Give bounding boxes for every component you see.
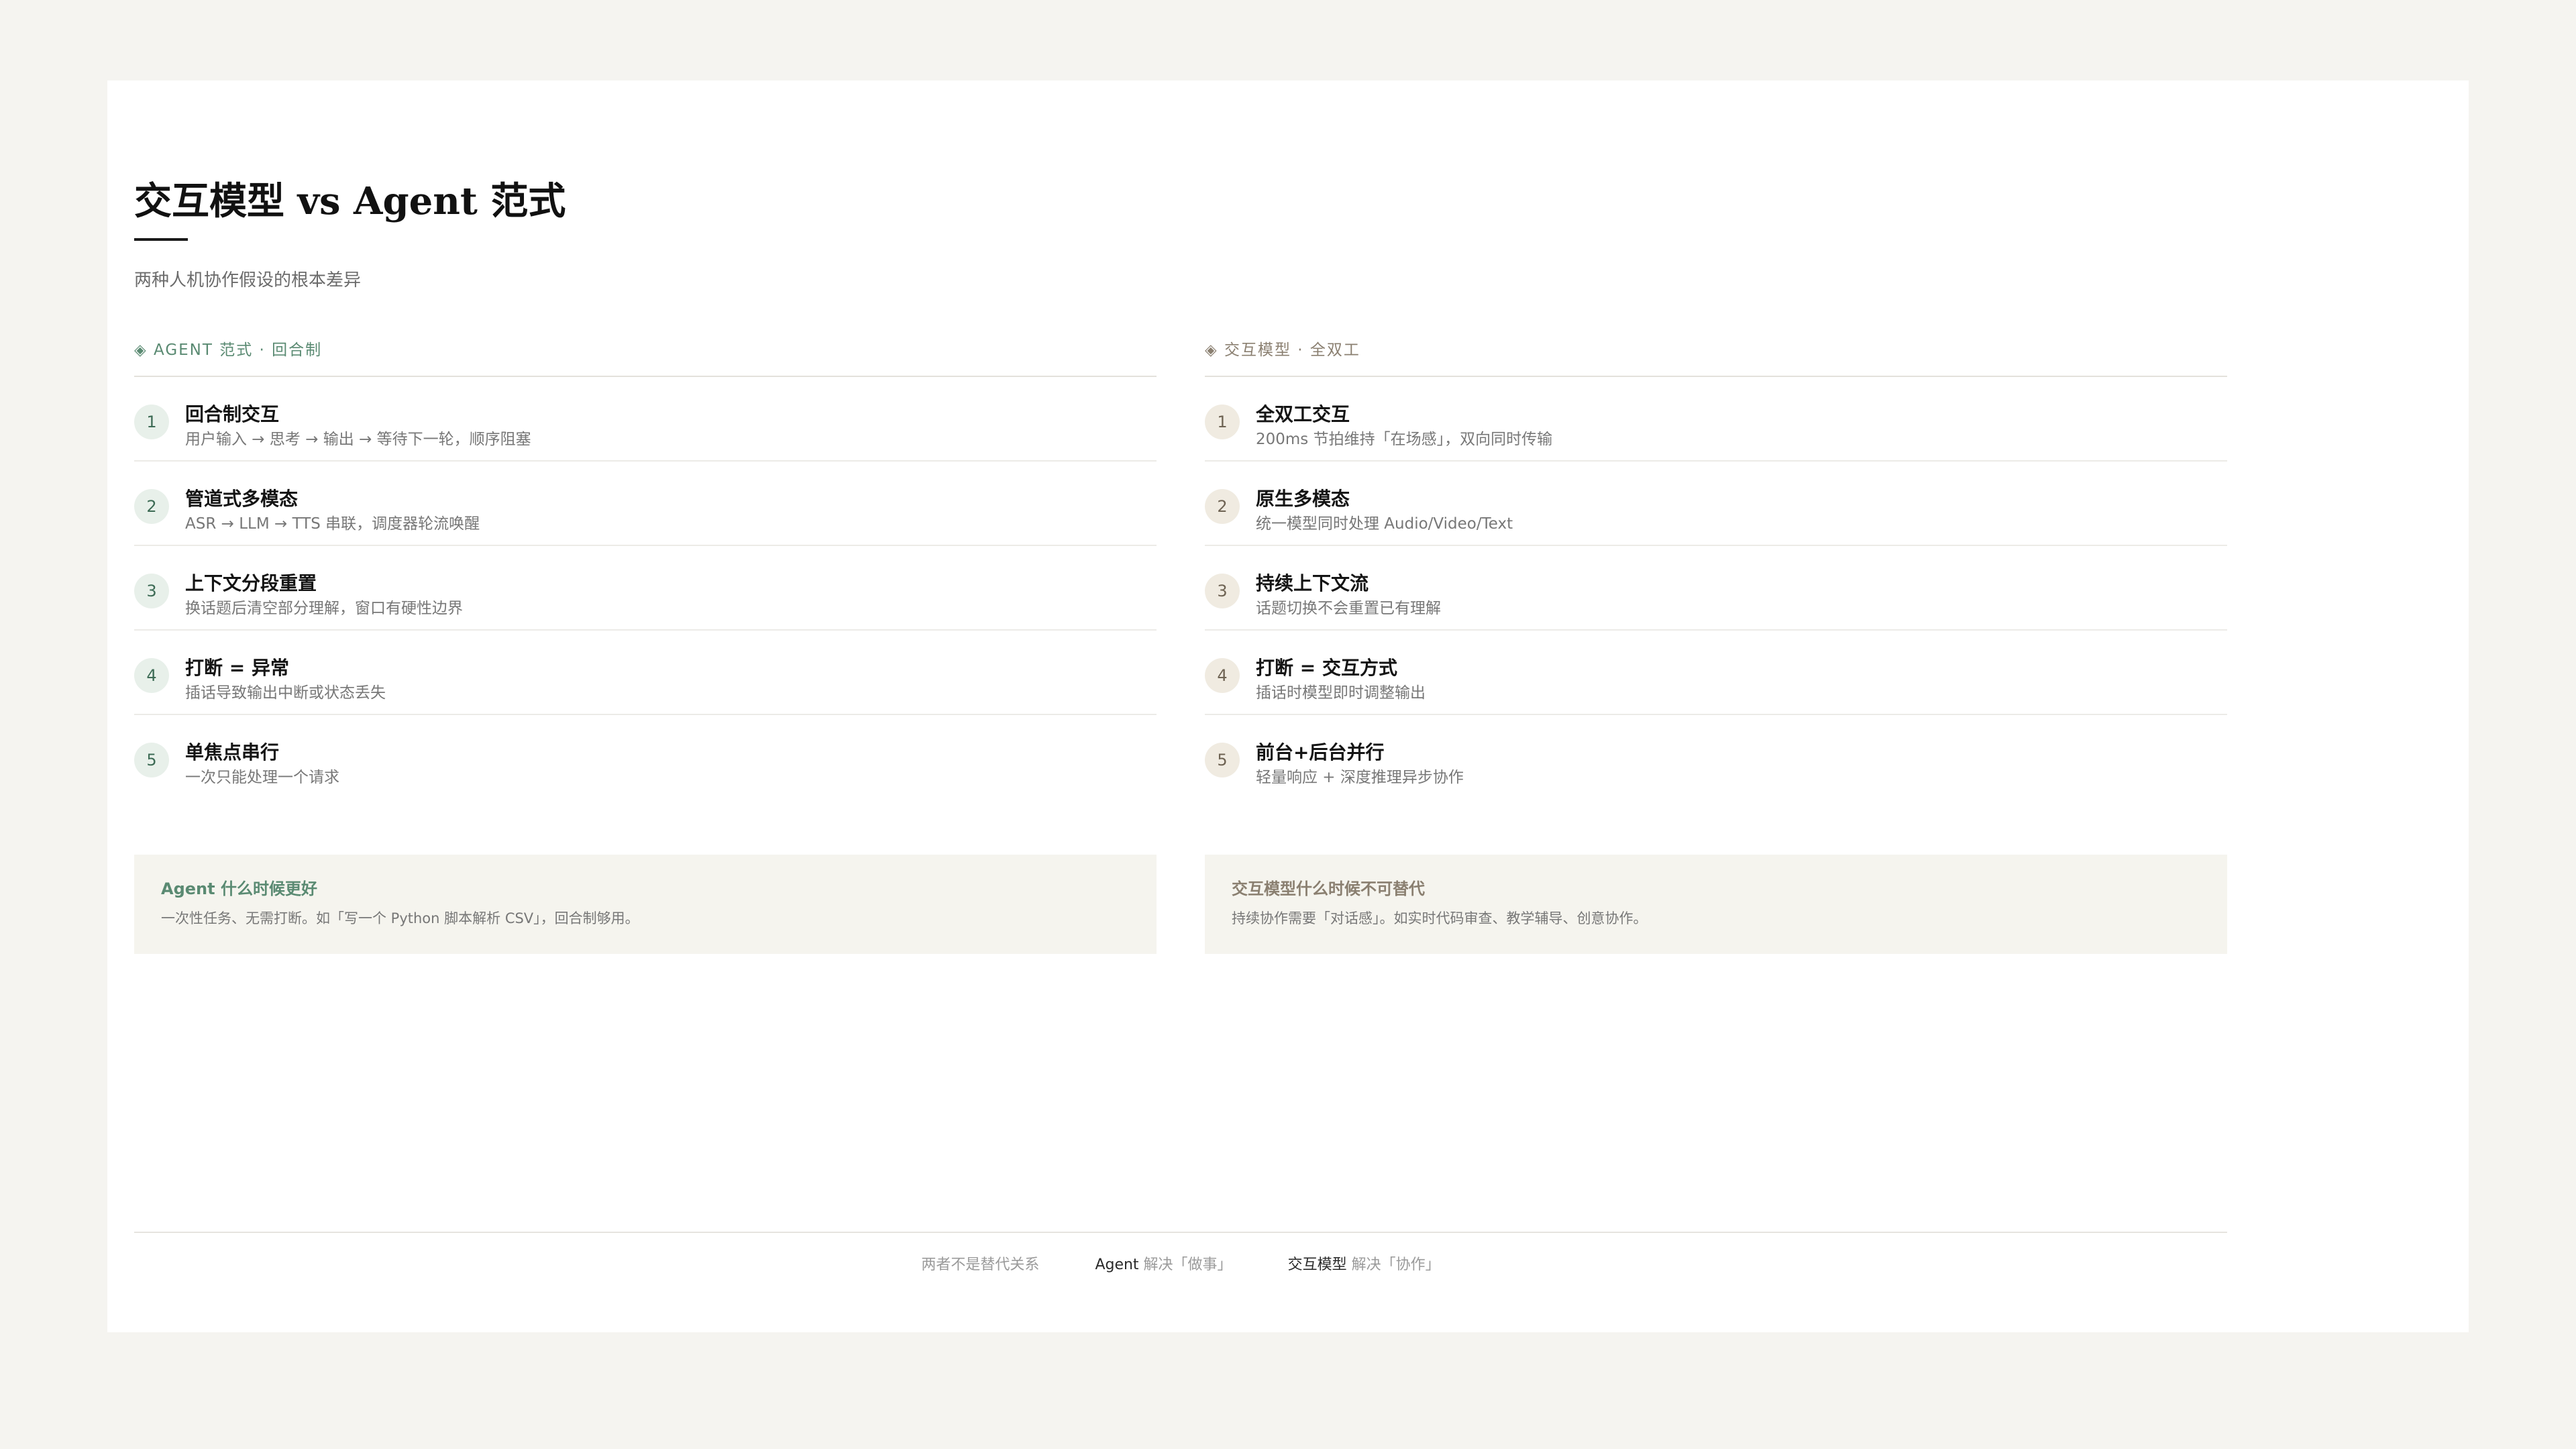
footer-model: 交互模型 解决「协作」 — [1288, 1253, 1440, 1277]
step-number-badge: 4 — [1205, 658, 1240, 693]
item-description: 换话题后清空部分理解，窗口有硬性边界 — [185, 600, 463, 617]
footer-divider — [134, 1232, 2227, 1233]
item-description: 统一模型同时处理 Audio/Video/Text — [1256, 515, 1513, 533]
step-number-badge: 2 — [1205, 489, 1240, 524]
step-number-badge: 2 — [134, 489, 169, 524]
agent-paradigm-column: ◈ AGENT 范式 · 回合制 1 回合制交互 用户输入 → 思考 → 输出 … — [134, 335, 1157, 800]
step-number-badge: 1 — [1205, 405, 1240, 439]
list-item: 4 打断 = 异常 插话导致输出中断或状态丢失 — [134, 631, 1157, 715]
item-title: 回合制交互 — [185, 403, 280, 425]
page-subtitle: 两种人机协作假设的根本差异 — [134, 270, 362, 290]
item-title: 管道式多模态 — [185, 488, 299, 510]
list-item: 2 管道式多模态 ASR → LLM → TTS 串联，调度器轮流唤醒 — [134, 462, 1157, 546]
footer-relation: 两者不是替代关系 — [921, 1256, 1040, 1273]
step-number-badge: 5 — [1205, 743, 1240, 777]
list-item: 4 打断 = 交互方式 插话时模型即时调整输出 — [1205, 631, 2227, 715]
item-description: 200ms 节拍维持「在场感」，双向同时传输 — [1256, 431, 1553, 448]
list-item: 3 上下文分段重置 换话题后清空部分理解，窗口有硬性边界 — [134, 546, 1157, 631]
item-description: ASR → LLM → TTS 串联，调度器轮流唤醒 — [185, 515, 480, 533]
list-item: 5 单焦点串行 一次只能处理一个请求 — [134, 715, 1157, 800]
agent-note-box: Agent 什么时候更好 一次性任务、无需打断。如「写一个 Python 脚本解… — [134, 855, 1157, 954]
item-description: 插话时模型即时调整输出 — [1256, 684, 1426, 702]
note-description: 持续协作需要「对话感」。如实时代码审查、教学辅导、创意协作。 — [1232, 910, 1648, 926]
step-number-badge: 3 — [134, 574, 169, 608]
interaction-note-box: 交互模型什么时候不可替代 持续协作需要「对话感」。如实时代码审查、教学辅导、创意… — [1205, 855, 2227, 954]
page-title: 交互模型 vs Agent 范式 — [134, 179, 566, 223]
interaction-model-column: ◈ 交互模型 · 全双工 1 全双工交互 200ms 节拍维持「在场感」，双向同… — [1205, 335, 2227, 800]
list-item: 5 前台+后台并行 轻量响应 + 深度推理异步协作 — [1205, 715, 2227, 800]
title-underline — [134, 238, 188, 241]
item-title: 原生多模态 — [1256, 488, 1350, 510]
interaction-column-header: ◈ 交互模型 · 全双工 — [1205, 335, 2227, 377]
item-title: 打断 = 异常 — [185, 657, 289, 679]
list-item: 3 持续上下文流 话题切换不会重置已有理解 — [1205, 546, 2227, 631]
item-title: 上下文分段重置 — [185, 572, 317, 594]
item-title: 持续上下文流 — [1256, 572, 1369, 594]
step-number-badge: 5 — [134, 743, 169, 777]
note-title: 交互模型什么时候不可替代 — [1232, 879, 1425, 898]
footer: 两者不是替代关系 Agent 解决「做事」 交互模型 解决「协作」 — [134, 1253, 2227, 1277]
agent-column-header: ◈ AGENT 范式 · 回合制 — [134, 335, 1157, 377]
step-number-badge: 4 — [134, 658, 169, 693]
step-number-badge: 3 — [1205, 574, 1240, 608]
footer-agent-role: 解决「做事」 — [1138, 1256, 1232, 1273]
note-description: 一次性任务、无需打断。如「写一个 Python 脚本解析 CSV」，回合制够用。 — [161, 910, 639, 926]
item-title: 单焦点串行 — [185, 741, 280, 763]
footer-model-name: 交互模型 — [1287, 1256, 1347, 1273]
note-title: Agent 什么时候更好 — [161, 879, 317, 898]
item-description: 轻量响应 + 深度推理异步协作 — [1256, 769, 1464, 786]
step-number-badge: 1 — [134, 405, 169, 439]
item-title: 前台+后台并行 — [1256, 741, 1385, 763]
item-description: 话题切换不会重置已有理解 — [1256, 600, 1441, 617]
item-title: 全双工交互 — [1256, 403, 1350, 425]
item-description: 插话导致输出中断或状态丢失 — [185, 684, 386, 702]
footer-agent-name: Agent — [1095, 1256, 1139, 1273]
footer-model-role: 解决「协作」 — [1346, 1256, 1440, 1273]
list-item: 2 原生多模态 统一模型同时处理 Audio/Video/Text — [1205, 462, 2227, 546]
footer-agent: Agent 解决「做事」 — [1095, 1253, 1232, 1277]
item-title: 打断 = 交互方式 — [1256, 657, 1397, 679]
list-item: 1 回合制交互 用户输入 → 思考 → 输出 → 等待下一轮，顺序阻塞 — [134, 377, 1157, 462]
item-description: 用户输入 → 思考 → 输出 → 等待下一轮，顺序阻塞 — [185, 431, 531, 448]
list-item: 1 全双工交互 200ms 节拍维持「在场感」，双向同时传输 — [1205, 377, 2227, 462]
item-description: 一次只能处理一个请求 — [185, 769, 339, 786]
